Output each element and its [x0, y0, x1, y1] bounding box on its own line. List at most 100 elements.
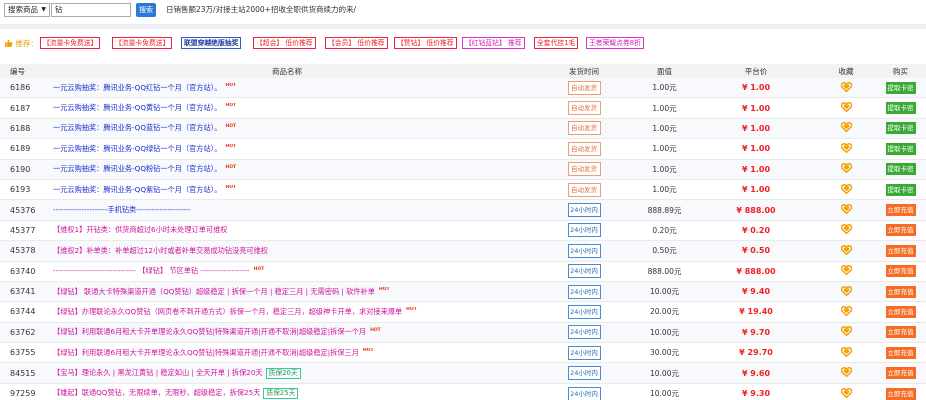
row-buy-cell: 立即充值: [875, 224, 926, 237]
hot-badge: HOT: [378, 286, 390, 292]
buy-button[interactable]: 提取卡密: [885, 163, 916, 176]
product-name-link[interactable]: 一元云购抽奖：腾讯业务-QQ绿钻一个月（官方站）。: [53, 144, 221, 153]
heart-icon[interactable]: [840, 265, 852, 276]
row-name-cell: 【宝马】理论永久 | 黑龙江黄钻 | 稳定如山 | 全天开单 | 拆保20天 质保…: [40, 367, 534, 379]
platform-price: ¥ 0.50: [741, 246, 771, 256]
heart-icon[interactable]: [840, 122, 852, 133]
heart-icon[interactable]: [840, 306, 852, 316]
row-time-cell: 24小时内: [534, 264, 634, 279]
row-time-cell: 24小时内: [534, 203, 634, 218]
delivery-time-badge: 24小时内: [567, 264, 601, 279]
top-search-bar: 搜索商品 ▼ 钻 搜索 日销售额23万/对接主站2000+招收全职供货商续力的来…: [0, 0, 926, 22]
recommend-tag[interactable]: 【流量卡免费送】: [40, 37, 101, 49]
recommend-tag[interactable]: 【流量卡免费送】: [112, 37, 173, 49]
heart-icon[interactable]: [840, 285, 852, 296]
chevron-down-icon: ▼: [41, 6, 46, 13]
row-id: 45376: [10, 205, 36, 215]
product-name-link[interactable]: 一元云购抽奖：腾讯业务-QQ粉钻一个月（官方站）。: [53, 164, 221, 173]
recommend-tag[interactable]: 【超会】 低价推荐: [253, 37, 316, 49]
product-name-link[interactable]: 【宝马】理论永久 | 黑龙江黄钻 | 稳定如山 | 全天开单 | 拆保20天: [53, 368, 263, 377]
row-id: 63740: [10, 266, 36, 276]
buy-button[interactable]: 立即充值: [885, 244, 916, 257]
platform-price: ¥ 29.70: [739, 348, 773, 358]
heart-icon[interactable]: [840, 183, 852, 194]
row-buy-cell: 提取卡密: [875, 81, 926, 94]
hot-badge: HOT: [370, 327, 381, 333]
product-name-link[interactable]: 【绿钻】办理联论永久QQ赞钻（网页卷不到开通方式）拆保一个月，稳定三月，超级神卡…: [53, 307, 402, 316]
delivery-time-badge: 自动发货: [567, 80, 601, 95]
row-id: 6186: [10, 83, 31, 93]
row-price: ¥ 1.00: [695, 165, 817, 174]
search-button[interactable]: 搜索: [136, 3, 156, 17]
heart-icon[interactable]: [840, 102, 852, 113]
table-row: 45376 ---------------------手机钻类----------…: [0, 200, 926, 221]
heart-icon[interactable]: [840, 346, 852, 357]
product-name-link[interactable]: 【雄起】联通QQ赞钻，无限续单，无限秒，超级稳定，拆保25天: [53, 388, 260, 397]
product-name-link[interactable]: 【绿钻】利用联通6月租大卡开单理论永久QQ赞钻|特殊渠道开通|开通不取消|超级稳…: [53, 348, 359, 357]
buy-button[interactable]: 立即充值: [885, 285, 916, 298]
heart-icon[interactable]: [840, 367, 852, 378]
product-name-link[interactable]: 一元云购抽奖：腾讯业务-QQ紫钻一个月（官方站）。: [53, 185, 221, 194]
product-name-link[interactable]: 【绿钻】 联通大卡特殊渠道开通（QQ赞钻）超级稳定 | 拆保一个月 | 稳定三月…: [53, 287, 375, 296]
recommend-tag[interactable]: 【红钻蓝钻】 推荐: [462, 37, 525, 49]
table-row: 63755 【绿钻】利用联通6月租大卡开单理论永久QQ赞钻|特殊渠道开通|开通不取…: [0, 343, 926, 364]
row-face-value: 10.00元: [634, 368, 695, 379]
delivery-time-badge: 自动发货: [567, 182, 601, 197]
buy-button[interactable]: 立即充值: [885, 387, 916, 400]
heart-icon[interactable]: [840, 326, 852, 337]
buy-button[interactable]: 立即充值: [885, 224, 916, 237]
buy-button[interactable]: 提取卡密: [885, 142, 916, 155]
row-name-cell: 【雄起】联通QQ赞钻，无限续单，无限秒，超级稳定，拆保25天 质保25天: [40, 388, 534, 400]
buy-button[interactable]: 立即充值: [885, 346, 916, 359]
row-name-cell: 一元云购抽奖：腾讯业务-QQ粉钻一个月（官方站）。 HOT: [40, 164, 534, 174]
recommend-tag[interactable]: 【赞钻】 低价推荐: [394, 37, 457, 49]
delivery-time-badge: 24小时内: [567, 203, 601, 218]
buy-button[interactable]: 立即充值: [885, 305, 916, 318]
row-buy-cell: 提取卡密: [875, 163, 926, 176]
heart-icon[interactable]: [840, 142, 852, 153]
buy-button[interactable]: 提取卡密: [885, 81, 916, 94]
table-row: 63762 【绿钻】利用联通6月租大卡开单理论永久QQ赞钻|特殊渠道开通|开通不取…: [0, 322, 926, 344]
heart-icon[interactable]: [840, 244, 852, 255]
search-type-select[interactable]: 搜索商品 ▼: [4, 3, 50, 17]
recommend-tag[interactable]: 王者荣耀点券8折: [586, 37, 644, 49]
buy-button[interactable]: 立即充值: [885, 367, 916, 380]
buy-button[interactable]: 提取卡密: [885, 102, 916, 115]
heart-icon[interactable]: [840, 81, 852, 92]
product-name-link[interactable]: 一元云购抽奖：腾讯业务-QQ黄钻一个月（官方站）。: [53, 103, 221, 112]
buy-button[interactable]: 立即充值: [885, 326, 916, 339]
heart-icon[interactable]: [840, 204, 852, 215]
buy-button[interactable]: 提取卡密: [885, 183, 916, 196]
buy-button[interactable]: 提取卡密: [885, 122, 916, 135]
buy-button[interactable]: 立即充值: [885, 204, 916, 217]
search-input[interactable]: 钻: [51, 3, 131, 17]
warranty-badge: 质保20天: [265, 367, 301, 379]
heart-icon[interactable]: [840, 387, 852, 398]
row-buy-cell: 立即充值: [875, 346, 926, 359]
product-name-link[interactable]: 【维权2】补单类：补单超过12小时或者补单交易成功钻没亮可维权: [53, 246, 268, 255]
product-name-link[interactable]: 一元云购抽奖：腾讯业务-QQ红钻一个月（官方站）。: [53, 83, 221, 92]
platform-price: ¥ 1.00: [741, 83, 771, 93]
product-name-link[interactable]: ---------------------手机钻类---------------…: [53, 205, 191, 214]
recommend-tag[interactable]: 联盟穿越绝版抽奖: [181, 37, 242, 49]
product-name-link[interactable]: -------------------------------- 【绿钻】 节区…: [53, 266, 250, 275]
row-time-cell: 自动发货: [534, 121, 634, 136]
row-buy-cell: 提取卡密: [875, 122, 926, 135]
heart-icon[interactable]: [840, 163, 852, 174]
delivery-time-badge: 24小时内: [567, 243, 601, 258]
row-buy-cell: 立即充值: [875, 387, 926, 400]
buy-button[interactable]: 立即充值: [885, 265, 916, 278]
recommend-tag[interactable]: 全套代挂1毛: [534, 37, 579, 49]
face-value: 10.00元: [650, 368, 679, 378]
header-name: 商品名称: [272, 66, 302, 76]
product-name-link[interactable]: 【绿钻】利用联通6月租大卡开单理论永久QQ赞钻|特殊渠道开通|开通不取消|超级稳…: [53, 327, 366, 336]
platform-price: ¥ 19.40: [739, 307, 773, 317]
hot-badge: HOT: [225, 103, 237, 109]
heart-icon[interactable]: [840, 224, 852, 235]
row-buy-cell: 立即充值: [875, 244, 926, 257]
product-name-link[interactable]: 【维权1】开钻类：供货商超过6小时未处理订单可维权: [53, 225, 227, 234]
row-buy-cell: 提取卡密: [875, 102, 926, 115]
product-name-link[interactable]: 一元云购抽奖：腾讯业务-QQ蓝钻一个月（官方站）。: [53, 123, 221, 132]
row-name-cell: ---------------------手机钻类---------------…: [40, 205, 534, 215]
recommend-tag[interactable]: 【会员】 低价推荐: [325, 37, 388, 49]
